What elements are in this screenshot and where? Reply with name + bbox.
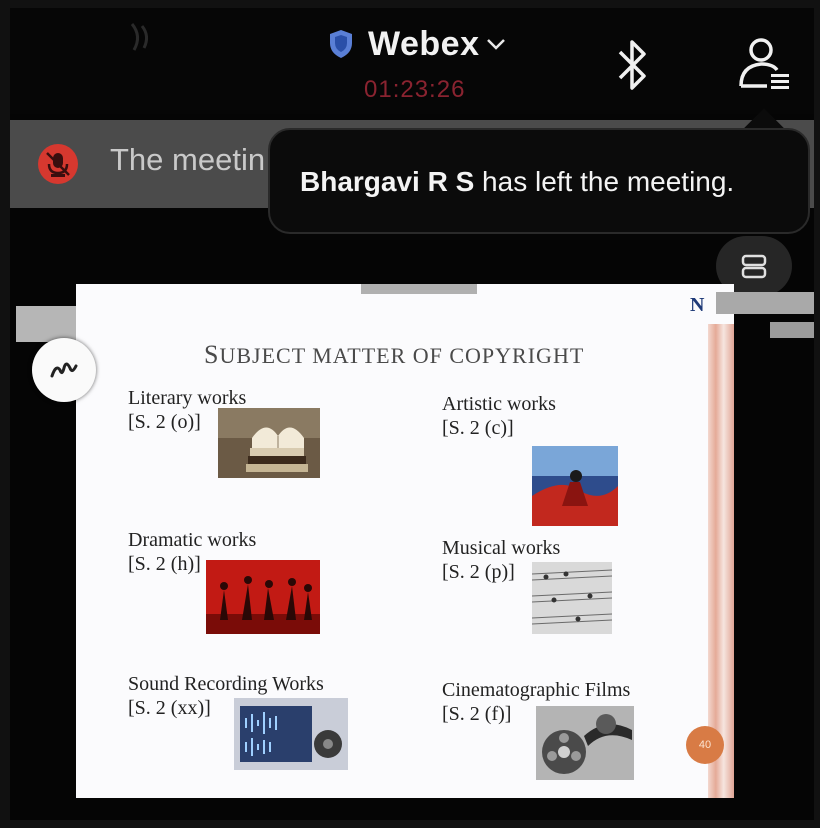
toast-message: Bhargavi R S has left the meeting. [300,166,734,198]
slide-overlay-bar [16,306,84,342]
meeting-header: Webex 01:23:26 [10,8,814,114]
participant-left-toast: Bhargavi R S has left the meeting. [268,128,810,234]
meeting-timer: 01:23:26 [364,76,466,103]
film-reel-image [536,706,634,780]
books-image [218,408,320,478]
item-section: [S. 2 (c)] [442,417,514,439]
slide-overlay-bar [716,292,814,314]
app-title: Webex [368,24,480,63]
item-label: Literary works [128,387,247,409]
meeting-title-dropdown[interactable]: Webex [328,22,507,66]
item-label: Dramatic works [128,529,257,551]
slide-overlay-bar [770,322,814,338]
shared-slide[interactable]: N SUBJECT MATTER OF COPYRIGHT Literary w… [76,284,734,798]
webex-app: Webex 01:23:26 The meetin Bhargavi R S h… [10,8,814,820]
item-label: Musical works [442,537,561,559]
painting-image [532,446,618,526]
muted-mic-icon [38,144,78,184]
slide-logo: N [690,294,705,316]
slide-top-tab [361,284,477,294]
annotate-button[interactable] [32,338,96,402]
slide-title: SUBJECT MATTER OF COPYRIGHT [204,340,585,369]
item-artistic-works: Artistic works [S. 2 (c)] [442,392,556,440]
chevron-down-icon [487,39,506,50]
back-icon[interactable] [120,20,160,60]
participant-name: Bhargavi R S [300,166,475,197]
slide-page-number: 40 [686,726,724,764]
toast-message-text: has left the meeting. [474,166,735,197]
annotate-pen-icon [50,362,78,378]
item-label: Artistic works [442,393,556,415]
item-label: Cinematographic Films [442,679,631,701]
notification-text: The meetin [110,142,266,177]
participants-icon[interactable] [737,36,791,94]
item-label: Sound Recording Works [128,673,324,695]
layout-icon [741,254,767,279]
sheet-music-image [532,562,612,634]
audio-waveform-image [234,698,348,770]
bluetooth-icon[interactable] [614,38,650,92]
dancers-image [206,560,320,634]
shield-icon [330,30,352,58]
